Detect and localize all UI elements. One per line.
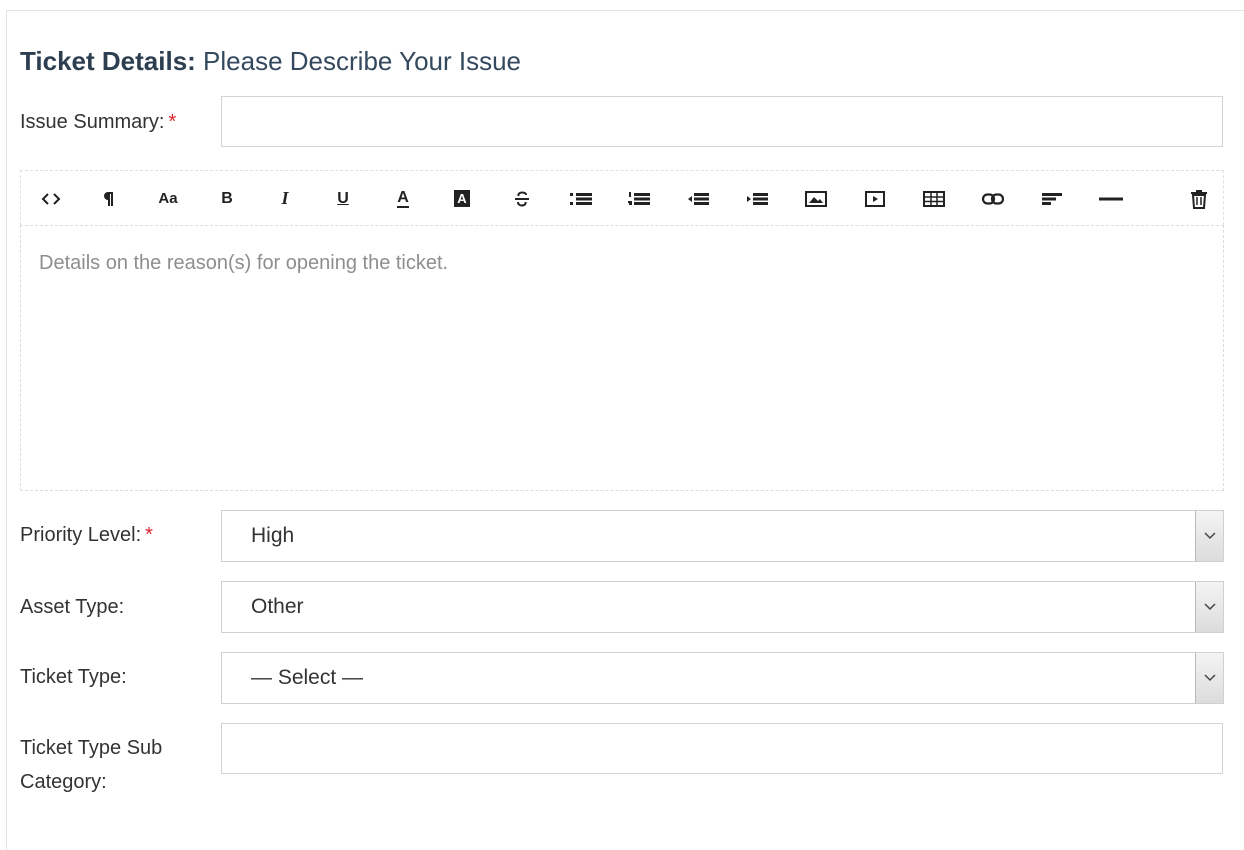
font-color-icon[interactable]: A [383, 171, 423, 226]
horizontal-rule-icon[interactable] [1091, 171, 1131, 226]
asset-type-value: Other [251, 595, 304, 618]
sub-category-label-line2: Category: [20, 771, 107, 793]
italic-icon[interactable]: I [265, 171, 305, 226]
align-left-icon[interactable] [1032, 171, 1072, 226]
ticket-type-select[interactable]: — Select — [221, 652, 1224, 704]
priority-level-label-text: Priority Level: [20, 524, 142, 546]
priority-level-select[interactable]: High [221, 510, 1224, 562]
issue-summary-label: Issue Summary: * [20, 105, 176, 139]
table-icon[interactable] [914, 171, 954, 226]
section-heading: Ticket Details: Please Describe Your Iss… [20, 46, 521, 77]
form-frame-top-border [6, 10, 1244, 11]
editor-toolbar: Aa B I U A A [20, 170, 1224, 225]
image-icon[interactable] [796, 171, 836, 226]
underline-icon[interactable]: U [323, 171, 363, 226]
bold-icon[interactable]: B [207, 171, 247, 226]
chevron-down-icon[interactable] [1195, 511, 1223, 561]
link-icon[interactable] [973, 171, 1013, 226]
section-heading-bold: Ticket Details: [20, 46, 196, 76]
chevron-down-icon[interactable] [1195, 653, 1223, 703]
chevron-down-icon[interactable] [1195, 582, 1223, 632]
unordered-list-icon[interactable] [561, 171, 601, 226]
issue-summary-label-text: Issue Summary: [20, 111, 165, 133]
sub-category-input[interactable] [221, 723, 1223, 774]
details-placeholder: Details on the reason(s) for opening the… [39, 252, 449, 274]
form-frame-left-border [6, 10, 7, 850]
highlight-color-icon[interactable]: A [442, 171, 482, 226]
ticket-type-value: — Select — [251, 666, 364, 689]
priority-level-value: High [251, 524, 295, 547]
asset-type-label: Asset Type: [20, 596, 125, 618]
bold-label: B [221, 189, 233, 207]
underline-label: U [337, 189, 349, 207]
sub-category-label-line1: Ticket Type Sub [20, 737, 163, 759]
indent-icon[interactable] [737, 171, 777, 226]
details-editor[interactable]: Details on the reason(s) for opening the… [20, 225, 1224, 491]
font-color-label: A [397, 188, 409, 208]
asset-type-select[interactable]: Other [221, 581, 1224, 633]
required-marker: * [145, 524, 153, 546]
priority-level-label: Priority Level: * [20, 518, 153, 552]
ordered-list-icon[interactable] [619, 171, 659, 226]
sub-category-label: Ticket Type Sub Category: [20, 731, 162, 799]
ticket-type-label: Ticket Type: [20, 666, 127, 688]
font-size-icon[interactable]: Aa [148, 171, 188, 226]
issue-summary-input[interactable] [221, 96, 1223, 147]
required-marker: * [168, 111, 177, 133]
italic-label: I [281, 188, 289, 208]
video-icon[interactable] [855, 171, 895, 226]
section-heading-text: Please Describe Your Issue [195, 46, 522, 76]
paragraph-icon[interactable] [88, 171, 128, 226]
trash-icon[interactable] [1179, 171, 1219, 226]
font-size-label: Aa [158, 190, 178, 207]
code-view-icon[interactable] [31, 171, 71, 226]
strikethrough-icon[interactable] [502, 171, 542, 226]
outdent-icon[interactable] [678, 171, 718, 226]
highlight-color-label: A [454, 190, 470, 207]
